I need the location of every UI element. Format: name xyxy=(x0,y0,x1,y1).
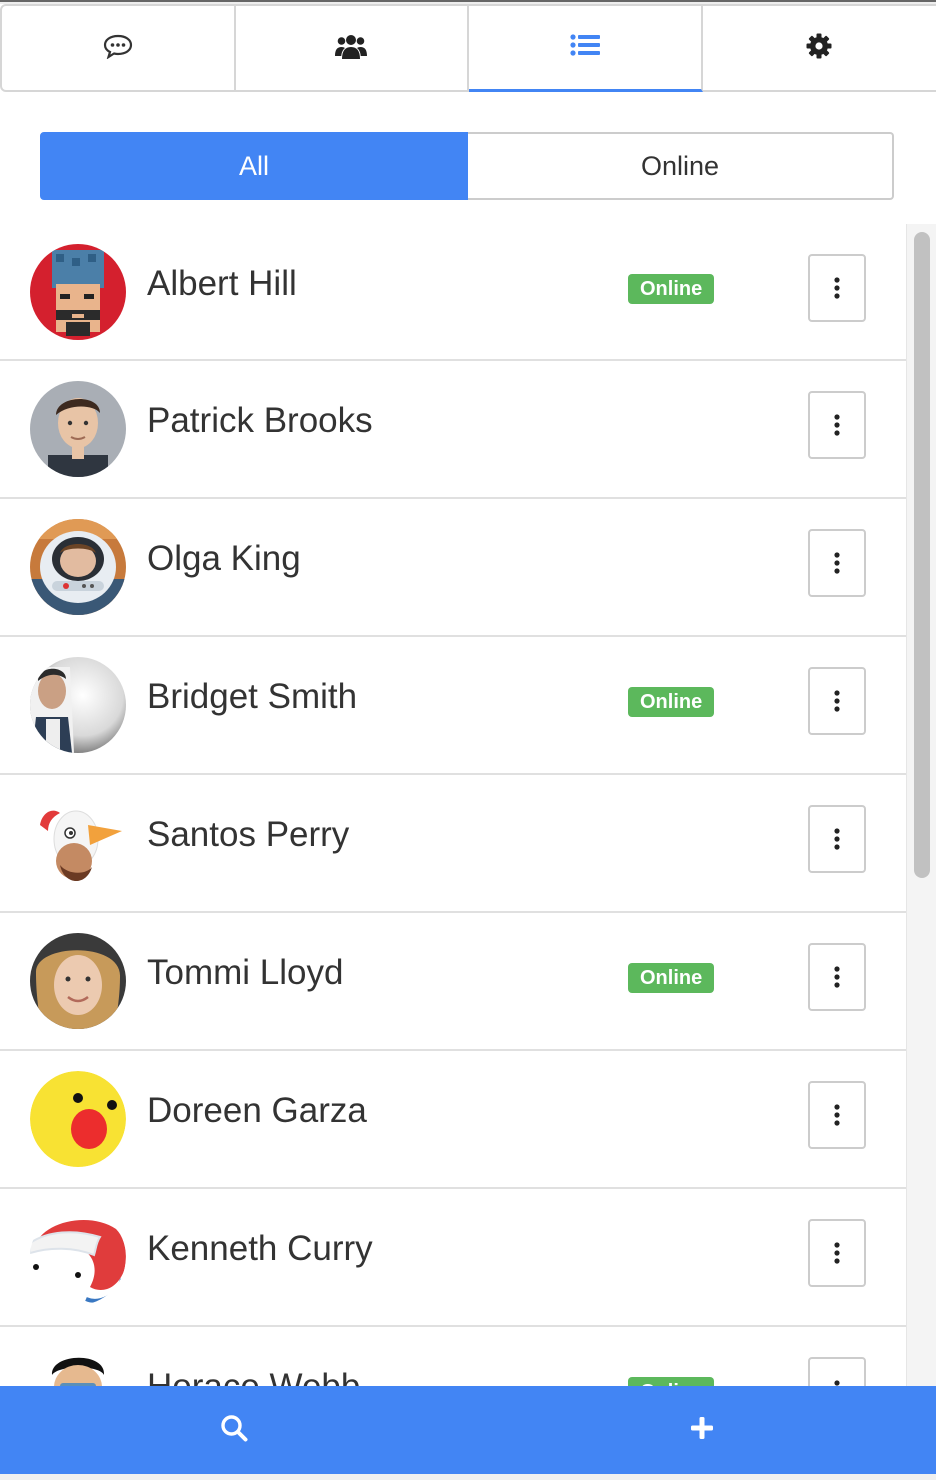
contact-name: Albert Hill xyxy=(147,264,297,303)
list-icon xyxy=(570,33,600,62)
vertical-dots-icon xyxy=(834,552,840,574)
tab-contacts[interactable] xyxy=(469,4,703,92)
contact-name: Patrick Brooks xyxy=(147,401,373,440)
contact-menu-button[interactable] xyxy=(808,943,866,1011)
vertical-dots-icon xyxy=(834,966,840,988)
contact-menu-button[interactable] xyxy=(808,254,866,322)
contact-menu-button[interactable] xyxy=(808,391,866,459)
avatar xyxy=(30,1209,126,1305)
contact-name: Tommi Lloyd xyxy=(147,953,344,992)
vertical-dots-icon xyxy=(834,828,840,850)
status-badge: Online xyxy=(628,1377,715,1386)
scrollbar-thumb[interactable] xyxy=(914,232,930,878)
tab-settings[interactable] xyxy=(702,4,936,92)
bottom-edge xyxy=(0,1474,936,1480)
avatar xyxy=(30,381,126,477)
contact-menu-button[interactable] xyxy=(808,1081,866,1149)
gear-icon xyxy=(806,33,832,64)
contact-menu-button[interactable] xyxy=(808,667,866,735)
contact-name: Olga King xyxy=(147,539,301,578)
tab-chats[interactable] xyxy=(0,4,236,92)
contact-name: Horace Webb xyxy=(147,1367,360,1386)
status-badge: Online xyxy=(628,687,715,717)
plus-icon xyxy=(690,1416,714,1445)
list-item[interactable]: Albert Hill Online xyxy=(0,224,906,361)
filter-online-button[interactable]: Online xyxy=(468,132,894,200)
list-item[interactable]: Horace Webb Online xyxy=(0,1327,906,1386)
contact-menu-button[interactable] xyxy=(808,529,866,597)
list-item[interactable]: Olga King xyxy=(0,499,906,637)
contact-list[interactable]: Albert Hill Online Patrick Brooks Olga K… xyxy=(0,224,906,1386)
status-badge: Online xyxy=(628,963,715,993)
avatar xyxy=(30,244,126,340)
contact-name: Bridget Smith xyxy=(147,677,358,716)
search-icon xyxy=(220,1414,248,1447)
tab-groups[interactable] xyxy=(235,4,469,92)
search-button[interactable] xyxy=(0,1386,468,1474)
bottom-action-bar xyxy=(0,1386,936,1474)
vertical-dots-icon xyxy=(834,414,840,436)
vertical-dots-icon xyxy=(834,1242,840,1264)
comment-icon xyxy=(103,33,133,64)
list-item[interactable]: Bridget Smith Online xyxy=(0,637,906,775)
vertical-dots-icon xyxy=(834,690,840,712)
tab-bar xyxy=(0,4,936,92)
list-item[interactable]: Doreen Garza xyxy=(0,1051,906,1189)
filter-all-button[interactable]: All xyxy=(40,132,468,200)
contact-menu-button[interactable] xyxy=(808,805,866,873)
avatar xyxy=(30,519,126,615)
avatar xyxy=(30,795,126,891)
vertical-dots-icon xyxy=(834,1104,840,1126)
list-item[interactable]: Patrick Brooks xyxy=(0,361,906,499)
vertical-dots-icon xyxy=(834,277,840,299)
contact-menu-button[interactable] xyxy=(808,1219,866,1287)
list-item[interactable]: Kenneth Curry xyxy=(0,1189,906,1327)
list-item[interactable]: Santos Perry xyxy=(0,775,906,913)
avatar xyxy=(30,657,126,753)
avatar xyxy=(30,933,126,1029)
avatar xyxy=(30,1071,126,1167)
add-contact-button[interactable] xyxy=(468,1386,936,1474)
contacts-screen: All Online Albert Hill Online Patrick Br… xyxy=(0,0,936,1480)
contact-name: Doreen Garza xyxy=(147,1091,367,1130)
contact-name: Kenneth Curry xyxy=(147,1229,373,1268)
users-icon xyxy=(335,32,368,65)
avatar xyxy=(30,1347,126,1386)
filter-segmented-control: All Online xyxy=(40,132,894,200)
list-item[interactable]: Tommi Lloyd Online xyxy=(0,913,906,1051)
contact-name: Santos Perry xyxy=(147,815,350,854)
contact-menu-button[interactable] xyxy=(808,1357,866,1386)
status-badge: Online xyxy=(628,274,715,304)
